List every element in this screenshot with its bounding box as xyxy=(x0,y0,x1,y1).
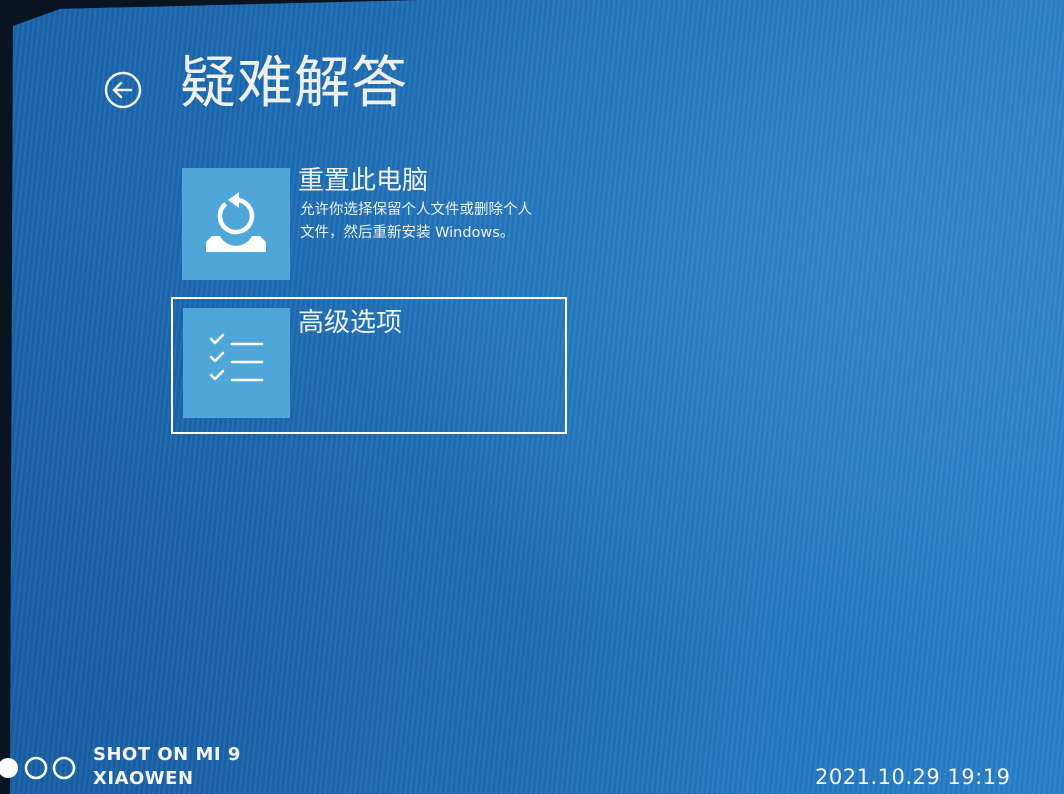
option-advanced[interactable]: 高级选项 xyxy=(171,297,567,434)
option-title: 高级选项 xyxy=(298,308,403,338)
watermark-author: XIAOWEN xyxy=(93,768,194,789)
back-button[interactable] xyxy=(103,70,143,110)
checklist-icon xyxy=(183,308,290,418)
watermark-device: SHOT ON MI 9 xyxy=(93,744,241,765)
back-arrow-icon xyxy=(104,71,142,109)
reset-pc-icon xyxy=(182,168,290,280)
watermark-dots-icon xyxy=(0,756,76,780)
page-title: 疑难解答 xyxy=(180,51,408,116)
option-title: 重置此电脑 xyxy=(298,166,429,196)
recovery-screen: 疑难解答 重置此电脑 允许你选择保留个人文件或删除个人 文件，然后重新安装 Wi… xyxy=(10,0,1064,794)
option-description: 允许你选择保留个人文件或删除个人 文件，然后重新安装 Windows。 xyxy=(300,199,532,245)
option-reset-pc[interactable]: 重置此电脑 允许你选择保留个人文件或删除个人 文件，然后重新安装 Windows… xyxy=(172,160,566,288)
photo-timestamp: 2021.10.29 19:19 xyxy=(815,765,1011,789)
option-description-line: 允许你选择保留个人文件或删除个人 xyxy=(300,202,532,218)
option-description-line: 文件，然后重新安装 Windows。 xyxy=(300,225,515,241)
